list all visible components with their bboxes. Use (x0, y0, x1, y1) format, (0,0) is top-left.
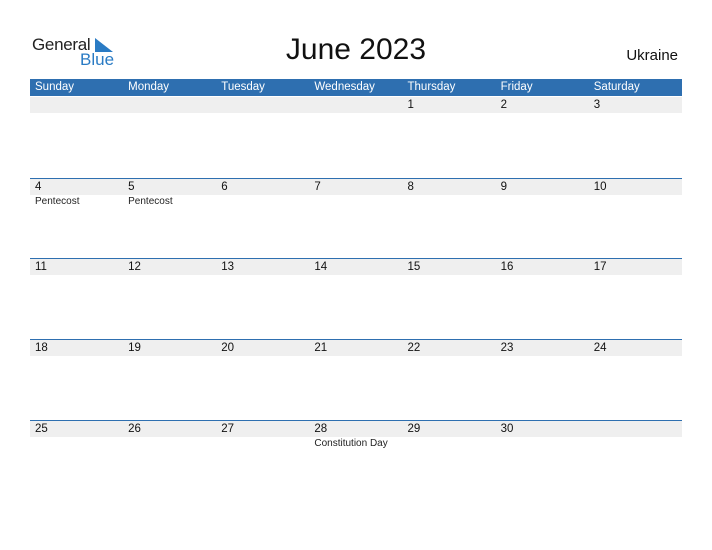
day-number: 21 (314, 342, 328, 354)
day-number: 13 (221, 261, 235, 273)
week-row: 4 5 6 7 8 9 10 Pentecost Pentecost (30, 178, 682, 260)
country-label: Ukraine (626, 47, 678, 64)
day-number: 25 (35, 423, 48, 435)
weekday-wednesday: Wednesday (314, 81, 375, 93)
weekday-sunday: Sunday (35, 81, 75, 93)
week-row: 18 19 20 21 22 23 24 (30, 339, 682, 421)
events-row: Pentecost Pentecost (30, 195, 682, 209)
date-strip: 1 2 3 (30, 97, 682, 113)
day-number: 26 (128, 423, 141, 435)
holiday-label (30, 437, 123, 451)
day-number (589, 421, 682, 437)
day-number: 15 (407, 261, 421, 273)
holiday-label (123, 437, 216, 451)
holiday-label (589, 437, 682, 451)
day-number: 22 (407, 342, 421, 354)
holiday-label (216, 195, 309, 209)
holiday-label (403, 195, 496, 209)
day-number: 29 (407, 423, 421, 435)
day-number: 3 (593, 99, 601, 111)
holiday-label (496, 437, 589, 451)
date-strip: 25 26 27 28 29 30 (30, 421, 682, 437)
day-number (123, 97, 216, 113)
day-number: 1 (407, 99, 414, 111)
holiday-label (309, 195, 402, 209)
day-number: 9 (500, 181, 508, 193)
weekday-friday: Friday (500, 81, 533, 93)
weekday-saturday: Saturday (593, 81, 640, 93)
day-number: 24 (593, 342, 607, 354)
day-number: 10 (593, 181, 607, 193)
day-number: 16 (500, 261, 514, 273)
day-number: 11 (35, 261, 47, 273)
events-row: Constitution Day (30, 437, 682, 451)
week-row: 1 2 3 (30, 97, 682, 178)
weekday-thursday: Thursday (407, 81, 456, 93)
holiday-label: Pentecost (128, 196, 173, 207)
holiday-label: Constitution Day (314, 438, 388, 449)
week-row: 11 12 13 14 15 16 17 (30, 258, 682, 340)
day-number (216, 97, 309, 113)
day-number: 18 (35, 342, 48, 354)
day-number: 7 (314, 181, 321, 193)
day-number: 27 (221, 423, 235, 435)
day-number: 30 (500, 423, 514, 435)
day-number: 2 (500, 99, 508, 111)
day-number (309, 97, 402, 113)
day-number: 6 (221, 181, 228, 193)
day-number: 4 (35, 181, 42, 193)
holiday-label (496, 195, 589, 209)
holiday-label: Pentecost (35, 196, 80, 207)
day-number (30, 97, 123, 113)
weekday-header: Sunday Monday Tuesday Wednesday Thursday… (30, 79, 682, 96)
date-strip: 18 19 20 21 22 23 24 (30, 340, 682, 356)
day-number: 14 (314, 261, 328, 273)
holiday-label (216, 437, 309, 451)
holiday-label (403, 437, 496, 451)
week-row: 25 26 27 28 29 30 Constitution Day (30, 420, 682, 502)
day-number: 12 (128, 261, 141, 273)
weekday-tuesday: Tuesday (221, 81, 265, 93)
day-number: 8 (407, 181, 414, 193)
day-number: 20 (221, 342, 235, 354)
calendar-title: June 2023 (285, 33, 427, 66)
holiday-label (589, 195, 682, 209)
day-number: 17 (593, 261, 607, 273)
day-number: 23 (500, 342, 514, 354)
weekday-monday: Monday (128, 81, 170, 93)
day-number: 28 (314, 423, 328, 435)
day-number: 19 (128, 342, 141, 354)
date-strip: 4 5 6 7 8 9 10 (30, 179, 682, 195)
date-strip: 11 12 13 14 15 16 17 (30, 259, 682, 275)
day-number: 5 (128, 181, 135, 193)
